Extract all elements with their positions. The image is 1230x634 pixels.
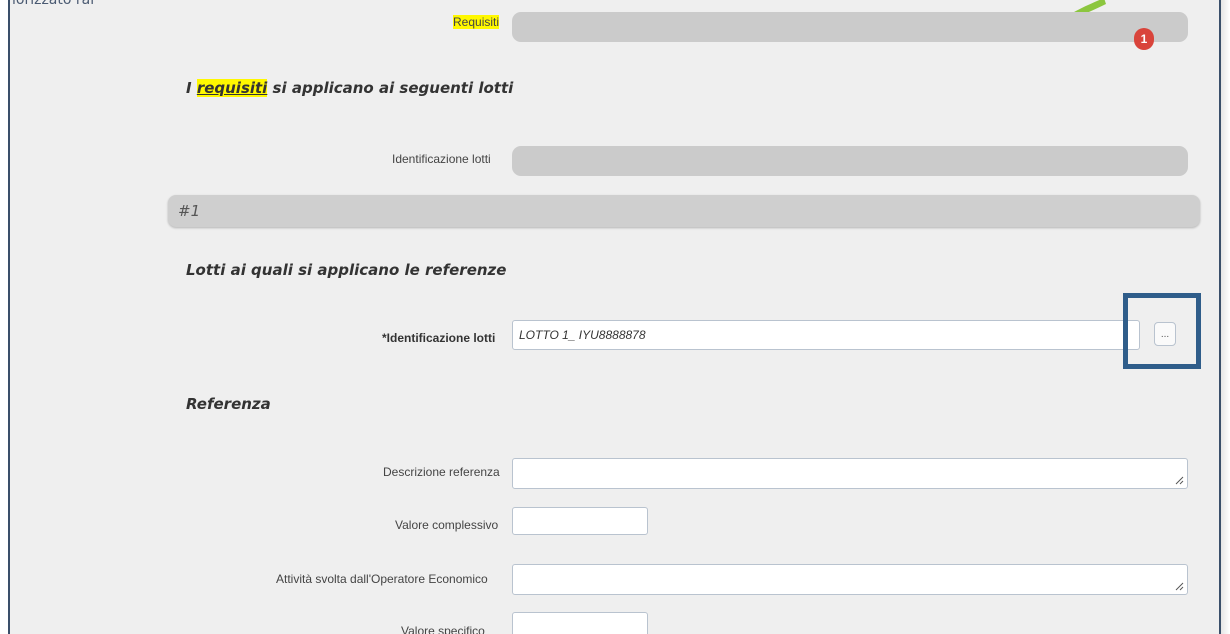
- requisiti-label: Requisiti: [453, 15, 500, 29]
- attivita-svolta-textarea[interactable]: [512, 564, 1188, 595]
- descrizione-referenza-textarea[interactable]: [512, 458, 1188, 489]
- resize-grip-icon[interactable]: [1174, 475, 1184, 485]
- descrizione-referenza-label: Descrizione referenza: [383, 465, 500, 479]
- valore-specifico-label: Valore specifico: [401, 624, 485, 634]
- group-bar-label: #1: [178, 202, 201, 220]
- annotation-highlight-box: [1123, 293, 1201, 369]
- referenze-lotti-title: Lotti ai quali si applicano le referenze: [186, 261, 507, 279]
- partial-header-text: lorizzato rai: [12, 0, 95, 8]
- attivita-svolta-label: Attività svolta dall'Operatore Economico: [276, 572, 488, 586]
- resize-grip-icon[interactable]: [1174, 581, 1184, 591]
- requisiti-field[interactable]: [512, 12, 1188, 42]
- form-frame: lorizzato rai Requisiti 1 I requisiti si…: [8, 0, 1221, 634]
- title-highlight: requisiti: [196, 79, 268, 97]
- referenza-title: Referenza: [186, 395, 271, 413]
- page-shadow: [1221, 0, 1230, 634]
- notification-badge: 1: [1134, 28, 1154, 50]
- identificazione-lotti-label: Identificazione lotti: [392, 152, 491, 166]
- valore-complessivo-label: Valore complessivo: [395, 518, 499, 532]
- identificazione-lotti-value: LOTTO 1_ IYU8888878: [519, 328, 646, 342]
- identificazione-lotti-input[interactable]: LOTTO 1_ IYU8888878: [512, 320, 1140, 350]
- title-prefix: I: [186, 79, 197, 97]
- valore-complessivo-input[interactable]: [512, 507, 648, 535]
- requisiti-lotti-title: I requisiti si applicano ai seguenti lot…: [186, 79, 513, 97]
- valore-specifico-input[interactable]: [512, 612, 648, 634]
- identificazione-lotti-required-label: *Identificazione lotti: [382, 331, 496, 345]
- identificazione-lotti-field[interactable]: [512, 146, 1188, 176]
- group-bar[interactable]: #1: [168, 195, 1200, 227]
- title-suffix: si applicano ai seguenti lotti: [267, 79, 514, 97]
